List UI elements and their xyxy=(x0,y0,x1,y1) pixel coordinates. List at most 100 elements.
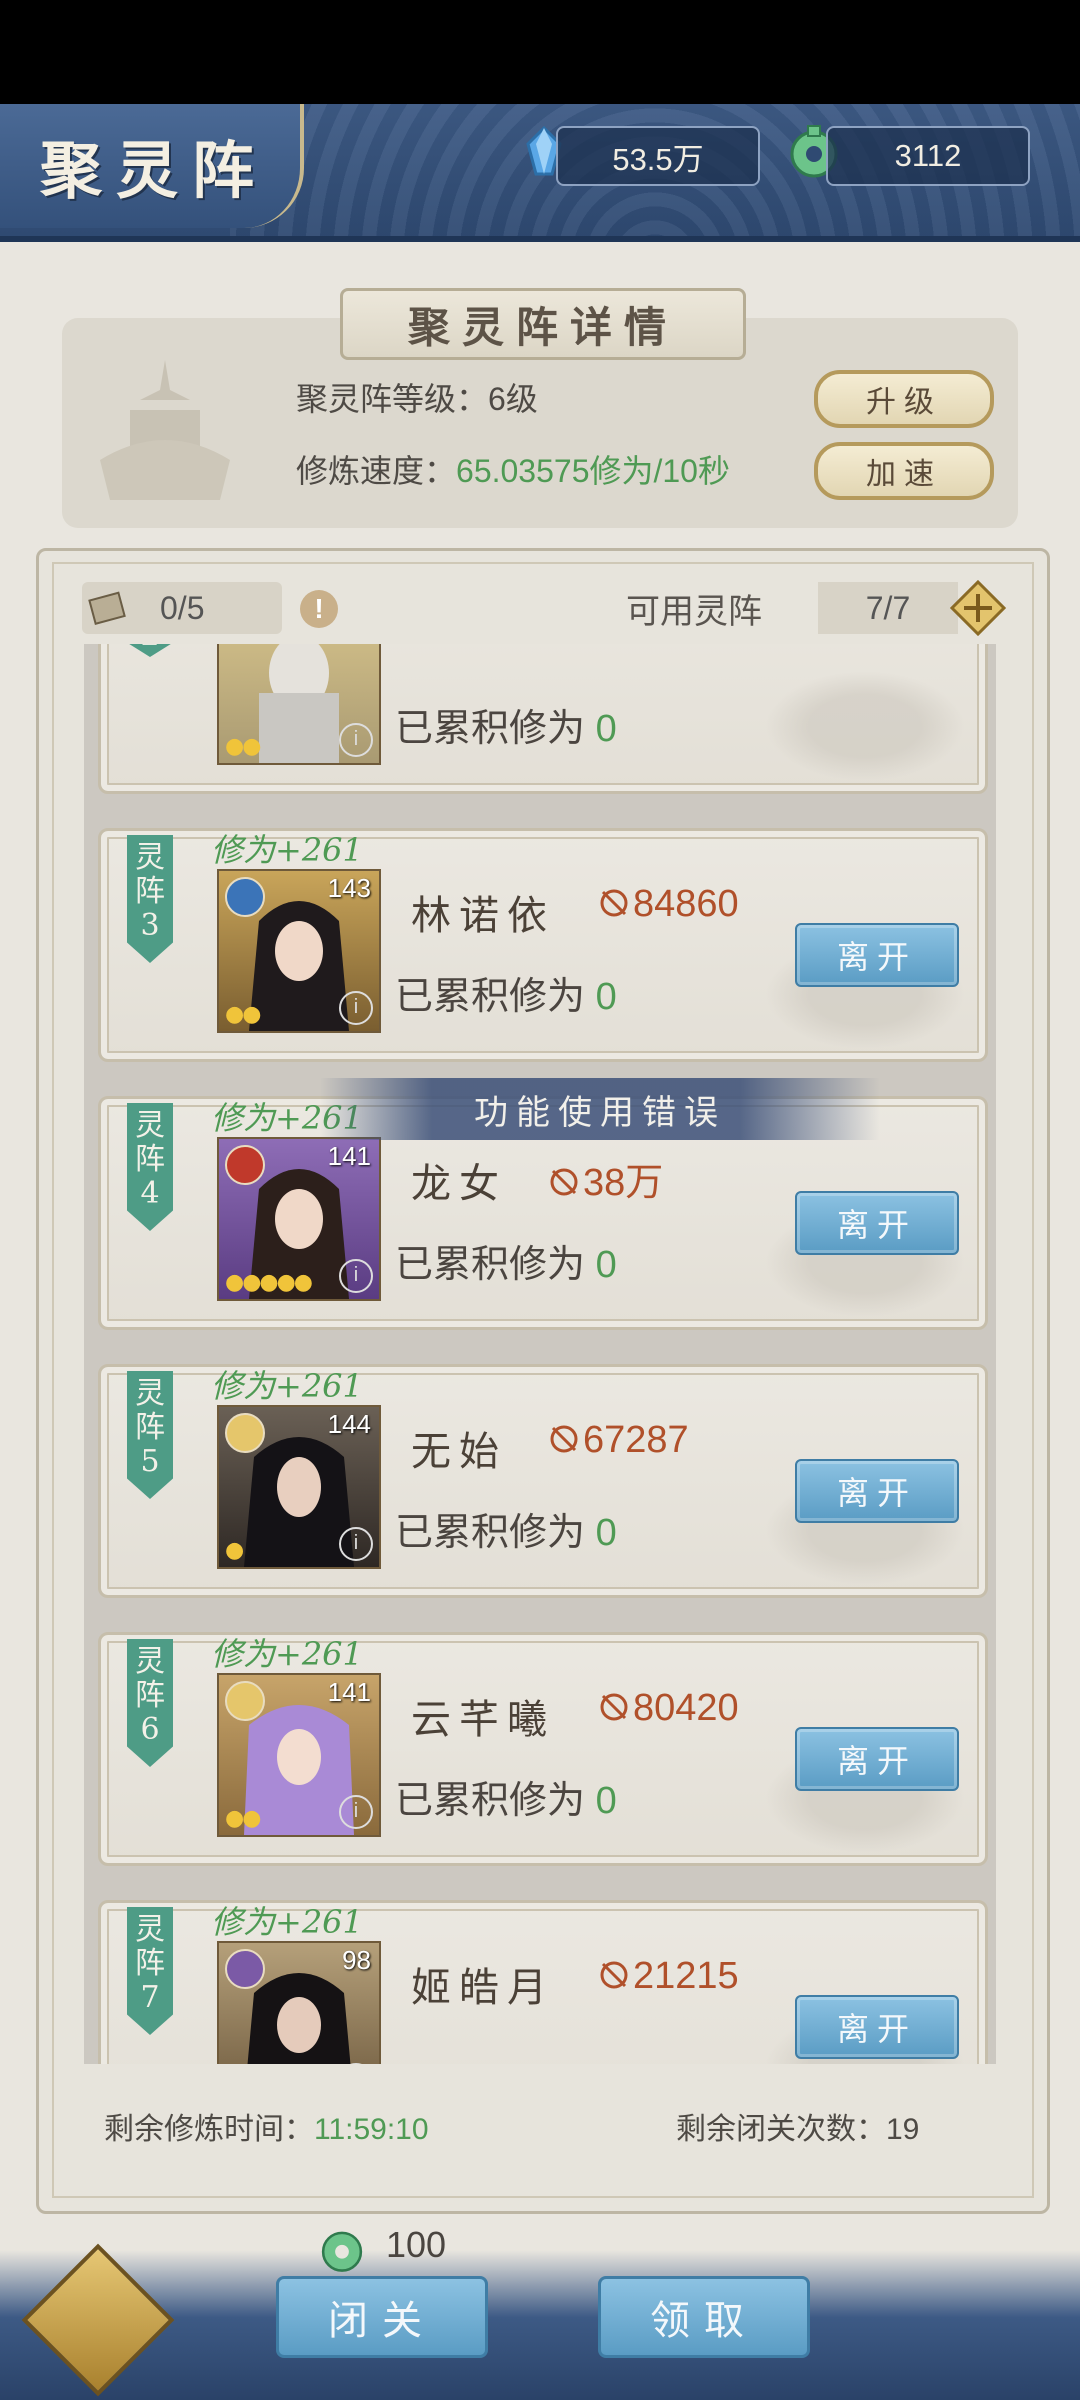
remaining-count: 剩余闭关次数：19 xyxy=(676,2104,919,2148)
star-rating: ●● xyxy=(225,1002,261,1027)
add-icon[interactable] xyxy=(950,580,1006,636)
accumulated-label: 已累积修为 xyxy=(395,1244,586,1286)
accelerate-button[interactable]: 加速 xyxy=(814,442,994,500)
hero-portrait[interactable]: 141 ●●●●● i xyxy=(217,1137,381,1301)
detail-title: 聚灵阵详情 xyxy=(340,288,746,360)
level-label: 聚灵阵等级： xyxy=(296,381,489,417)
accumulated-line: 已累积修为 0 xyxy=(395,1501,617,1556)
slot-tag: 灵阵7 xyxy=(127,1907,173,2035)
accumulated-value: 0 xyxy=(595,976,617,1018)
remaining-time: 剩余修炼时间：11:59:10 xyxy=(104,2104,429,2148)
hero-level: 144 xyxy=(327,1409,371,1439)
retreat-cost: 100 xyxy=(386,2224,447,2265)
slot-tag: 灵阵4 xyxy=(127,1103,173,1231)
remaining-time-label: 剩余修炼时间： xyxy=(104,2113,314,2146)
power-rating: 21215 xyxy=(597,1955,739,1998)
accumulated-line: 已累积修为 0 xyxy=(395,1769,617,1824)
jade-amount: 3112 xyxy=(826,126,1030,186)
crystal-amount: 53.5万 xyxy=(556,126,760,186)
speed-line: 修炼速度：65.03575修为/10秒 xyxy=(296,446,730,492)
accumulated-line: 已累积修为 0 xyxy=(395,965,617,1020)
power-value: 84860 xyxy=(633,883,739,925)
hero-name: 林诺依 xyxy=(411,893,555,939)
formation-card-7: 灵阵7 修为+261 98 i 姬皓月 21215 离开 xyxy=(98,1900,988,2064)
status-bar xyxy=(0,0,1080,104)
hero-portrait[interactable]: ●● i xyxy=(217,644,381,765)
hero-name: 无始 xyxy=(411,1429,507,1475)
page-title: 聚灵阵 xyxy=(40,134,269,207)
power-icon xyxy=(600,889,628,917)
accumulated-line: 已累积修为 0 xyxy=(395,1233,617,1288)
leave-button[interactable]: 离开 xyxy=(795,1191,959,1255)
star-rating: ●● xyxy=(225,734,261,759)
accumulated-label: 已累积修为 xyxy=(395,976,586,1018)
leave-button[interactable]: 离开 xyxy=(795,923,959,987)
accumulated-value: 0 xyxy=(595,708,617,750)
scroll-icon xyxy=(88,591,126,625)
hero-portrait[interactable]: 98 i xyxy=(217,1941,381,2064)
accumulated-label: 已累积修为 xyxy=(395,1780,586,1822)
star-rating: ● xyxy=(225,1538,244,1563)
info-icon[interactable]: i xyxy=(339,1527,373,1561)
power-rating: 38万 xyxy=(547,1151,663,1206)
slot-counter: 0/5 xyxy=(82,582,282,634)
retreat-button[interactable]: 闭关 xyxy=(276,2276,488,2358)
cultivation-bonus: 修为+261 xyxy=(211,1635,363,1673)
info-icon[interactable]: i xyxy=(339,1259,373,1293)
leave-button[interactable]: 离开 xyxy=(795,1459,959,1523)
element-icon xyxy=(225,1949,265,1989)
power-icon xyxy=(600,1961,628,1989)
power-value: 80420 xyxy=(633,1687,739,1729)
accumulated-value: 0 xyxy=(595,1780,617,1822)
power-rating: 84860 xyxy=(597,883,739,926)
hero-level: 98 xyxy=(342,1945,371,1975)
formation-card-5: 灵阵5 修为+261 144 ● i 无始 67287 已累积修为 0 离开 xyxy=(98,1364,988,1598)
hero-level: 141 xyxy=(327,1677,371,1707)
remaining-count-label: 剩余闭关次数： xyxy=(676,2113,886,2146)
power-value: 67287 xyxy=(583,1419,689,1461)
accumulated-value: 0 xyxy=(595,1244,617,1286)
hero-portrait[interactable]: 143 ●● i xyxy=(217,869,381,1033)
slot-tag: 2 xyxy=(127,644,173,657)
speed-value: 65.03575修为/10秒 xyxy=(456,453,730,489)
claim-button[interactable]: 领取 xyxy=(598,2276,810,2358)
leave-button[interactable]: 离开 xyxy=(795,1995,959,2059)
info-icon[interactable]: i xyxy=(339,723,373,757)
power-icon xyxy=(600,1693,628,1721)
accumulated-line: 已累积修为 0 xyxy=(395,697,617,752)
status-row: 0/5 ! 可用灵阵 7/7 xyxy=(82,578,1006,638)
star-rating: ●●●●● xyxy=(225,1270,313,1295)
upgrade-button[interactable]: 升级 xyxy=(814,370,994,428)
slot-count-text: 0/5 xyxy=(160,590,205,626)
star-rating: ●● xyxy=(225,1806,261,1831)
slot-tag: 灵阵3 xyxy=(127,835,173,963)
remaining-time-value: 11:59:10 xyxy=(314,2113,429,2146)
slot-tag: 灵阵6 xyxy=(127,1639,173,1767)
hero-name: 姬皓月 xyxy=(411,1965,555,2011)
hero-level: 143 xyxy=(327,873,371,903)
formation-list[interactable]: 2 ●● i 已累积修为 0 离开 灵阵3 修为+261 143 ●● i 林诺… xyxy=(84,644,996,2064)
element-icon xyxy=(225,877,265,917)
hero-portrait[interactable]: 141 ●● i xyxy=(217,1673,381,1837)
cloud-decoration xyxy=(765,671,965,781)
element-icon xyxy=(225,1145,265,1185)
power-icon xyxy=(550,1425,578,1453)
speed-label: 修炼速度： xyxy=(296,453,457,489)
hero-portrait[interactable]: 144 ● i xyxy=(217,1405,381,1569)
alert-icon[interactable]: ! xyxy=(300,590,338,628)
info-icon[interactable]: i xyxy=(339,1795,373,1829)
remaining-count-value: 19 xyxy=(886,2113,920,2146)
info-icon[interactable]: i xyxy=(339,991,373,1025)
power-rating: 67287 xyxy=(547,1419,689,1462)
power-icon xyxy=(550,1168,578,1196)
hero-figure xyxy=(259,644,339,763)
leave-button[interactable]: 离开 xyxy=(795,1727,959,1791)
jade-coin-icon xyxy=(321,2231,363,2272)
element-icon xyxy=(225,1681,265,1721)
formation-card-2: 2 ●● i 已累积修为 0 离开 xyxy=(98,644,988,794)
pagoda-illustration-icon xyxy=(100,360,230,500)
available-count: 7/7 xyxy=(818,582,958,634)
hero-level: 141 xyxy=(327,1141,371,1171)
element-icon xyxy=(225,1413,265,1453)
cultivation-bonus: 修为+261 xyxy=(211,1367,363,1405)
